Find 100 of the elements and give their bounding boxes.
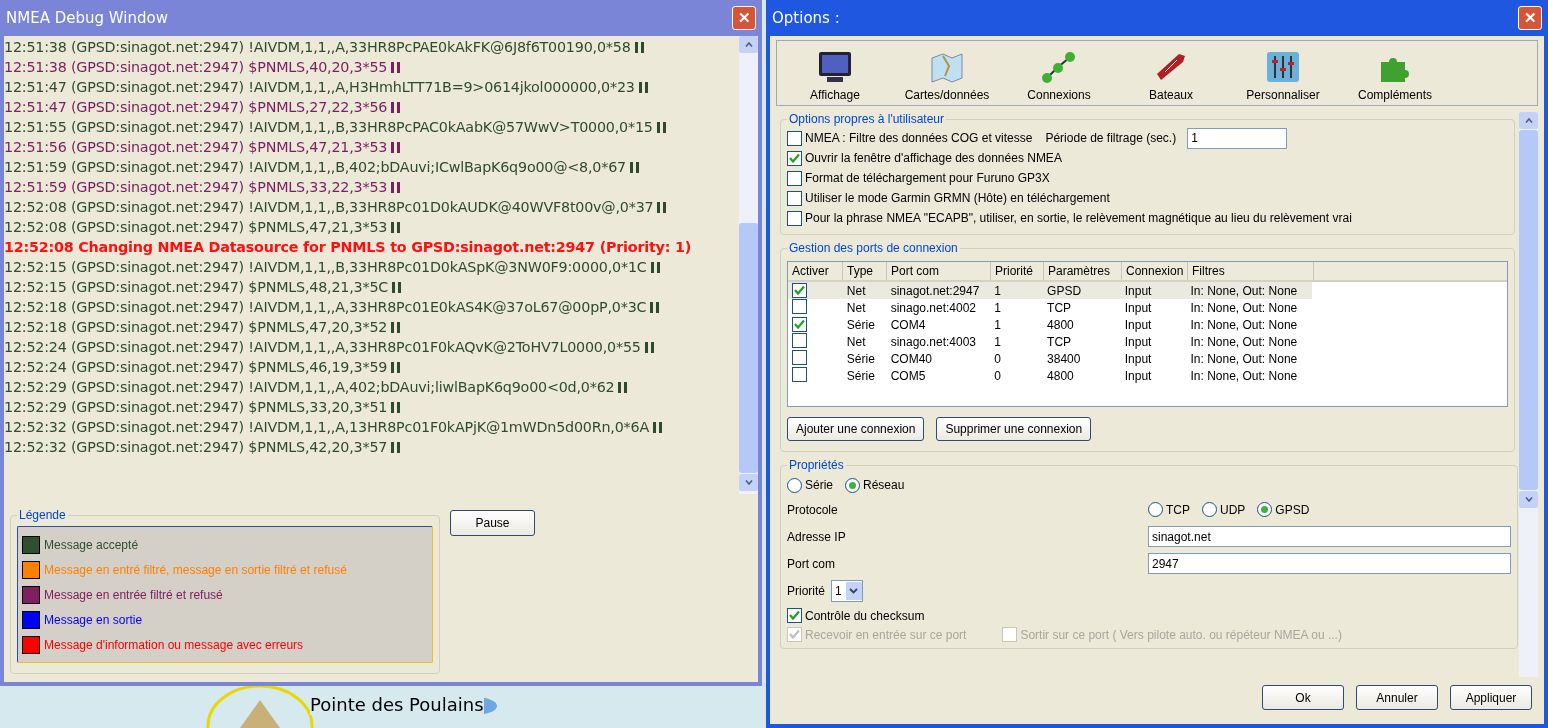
column-header[interactable]: Port com <box>887 262 991 280</box>
column-header[interactable]: Filtres <box>1188 262 1314 280</box>
legend-label: Message en entrée filtré et refusé <box>44 587 223 602</box>
table-cell-text: GPSD <box>1046 283 1083 298</box>
dialog-button[interactable]: Appliquer <box>1450 685 1532 710</box>
toolbar-button[interactable]: Connexions <box>1003 41 1115 105</box>
column-header[interactable]: Type <box>843 262 887 280</box>
log-line: 12:51:56 (GPSD:sinagot.net:2947) $PNMLS,47,21,3*53 <box>4 139 388 155</box>
table-row[interactable]: Net sinago.net:4003 1 TCP Input In: None, Out: None <box>788 333 1312 350</box>
checkbox[interactable] <box>787 608 802 623</box>
log-line: 12:52:29 (GPSD:sinagot.net:2947) $PNMLS,33,20,3*51 <box>4 399 388 415</box>
column-header[interactable]: Connexion <box>1122 262 1188 280</box>
radio-button[interactable] <box>1148 502 1163 517</box>
window-title: Options : <box>772 9 840 27</box>
table-row[interactable]: Série COM4 1 4800 Input In: None, Out: None <box>788 316 1312 333</box>
pause-button[interactable]: Pause <box>450 510 535 536</box>
column-header[interactable]: Priorité <box>991 262 1044 280</box>
connected-nodes-icon <box>1041 50 1077 84</box>
caret-icon <box>849 587 859 594</box>
table-row[interactable]: Net sinago.net:4002 1 TCP Input In: None, Out: None <box>788 299 1312 316</box>
radio-button[interactable] <box>1257 502 1273 517</box>
checkbox[interactable] <box>787 170 802 186</box>
close-button[interactable]: ✕ <box>732 6 756 30</box>
log-line: 12:52:08 (GPSD:sinagot.net:2947) !AIVDM,1,1,,B,33HR8Pc01D0kAUDK@40WVF8t00v@,0*37 <box>4 199 654 215</box>
toolbar-button[interactable]: Compléments <box>1339 41 1451 105</box>
input-field[interactable]: sinagot.net <box>1148 526 1511 547</box>
table-cell-text: sinago.net:4003 <box>889 334 978 349</box>
table-cell-text: Input <box>1123 300 1153 315</box>
field-label: Protocole <box>787 502 839 517</box>
table-cell-text: COM4 <box>889 317 927 332</box>
checkbox[interactable] <box>787 130 802 146</box>
column-header[interactable]: Paramètres <box>1044 262 1122 280</box>
checkbox[interactable] <box>792 349 807 365</box>
connection-button[interactable]: Ajouter une connexion <box>787 417 925 441</box>
close-button[interactable]: ✕ <box>1518 6 1542 30</box>
log-line: 12:51:59 (GPSD:sinagot.net:2947) !AIVDM,1,1,,B,402;bDAuvi;ICwlBapK6q9o00@<8,0*67 <box>4 159 626 175</box>
input-field[interactable]: 2947 <box>1148 553 1511 574</box>
table-cell-text: Input <box>1123 334 1153 349</box>
log-line: 12:51:47 (GPSD:sinagot.net:2947) !AIVDM,1,1,,A,H3HmhLTT71B=9>0614jkol000000,0*23 <box>4 79 635 95</box>
log-line: 12:52:15 (GPSD:sinagot.net:2947) !AIVDM,1,1,,B,33HR8Pc01D0kASpK@3NW0F9:0000,0*1C <box>4 259 647 275</box>
checkbox-label: Utiliser le mode Garmin GRMN (Hôte) en téléchargement <box>805 191 1110 205</box>
checkbox[interactable] <box>787 210 802 226</box>
checkbox-label: Contrôle du checksum <box>805 608 925 623</box>
checkbox[interactable] <box>792 366 807 382</box>
dialog-button[interactable]: Annuler <box>1356 685 1438 710</box>
log-line: 12:52:08 Changing NMEA Datasource for PNMLS to GPSD:sinagot.net:2947 (Priority: 1) <box>4 239 692 255</box>
toolbar-button[interactable]: Personnaliser <box>1227 41 1339 105</box>
table-row[interactable]: Net sinagot.net:2947 1 GPSD Input In: None, Out: None <box>788 282 1312 299</box>
log-line: 12:51:38 (GPSD:sinagot.net:2947) $PNMLS,40,20,3*55 <box>4 59 388 75</box>
scrollbar[interactable] <box>1519 112 1538 677</box>
table-cell-text: COM5 <box>889 368 927 383</box>
field-label: Priorité <box>787 583 825 598</box>
table-cell-text: 38400 <box>1046 351 1082 366</box>
period-input-field[interactable]: 1 <box>1187 127 1288 149</box>
checkbox[interactable] <box>787 150 802 166</box>
column-header[interactable]: Activer <box>788 262 843 280</box>
toolbar-button[interactable]: Bateaux <box>1115 41 1227 105</box>
checkbox[interactable] <box>792 332 807 348</box>
checkbox-label: NMEA : Filtre des données COG et vitesse <box>805 131 1033 145</box>
table-cell-text: COM40 <box>889 351 933 366</box>
table-cell-text: Input <box>1123 283 1153 298</box>
table-cell-text: Série <box>845 368 876 383</box>
log-line: 12:52:18 (GPSD:sinagot.net:2947) !AIVDM,1,1,,A,33HR8Pc01E0kAS4K@37oL67@00pP,0*3C <box>4 299 647 315</box>
log-line: 12:52:18 (GPSD:sinagot.net:2947) $PNMLS,47,20,3*52 <box>4 319 388 335</box>
toolbar-button[interactable]: Cartes/données <box>891 41 1003 105</box>
table-cell-text: In: None, Out: None <box>1189 351 1299 366</box>
table-cell-text: In: None, Out: None <box>1189 317 1299 332</box>
radio-button[interactable] <box>1202 502 1217 517</box>
table-cell-text: Net <box>845 283 867 298</box>
table-cell-text: TCP <box>1046 334 1073 349</box>
checkbox-label: Format de téléchargement pour Furuno GP3X <box>805 171 1050 185</box>
field-label: Période de filtrage (sec.) <box>1045 131 1177 145</box>
checkbox-label: Recevoir en entrée sur ce port <box>805 627 967 642</box>
log-line: 12:51:38 (GPSD:sinagot.net:2947) !AIVDM,1,1,,A,33HR8PcPAE0kAkFK@6J8f6T00190,0*58 <box>4 39 631 55</box>
legend-label: Message d'information ou message avec erreurs <box>44 637 304 652</box>
toolbar-button[interactable]: Affichage <box>779 41 891 105</box>
group-title: Légende <box>18 508 67 522</box>
monitor-icon <box>817 50 853 84</box>
radio-label: GPSD <box>1275 502 1310 517</box>
checkbox[interactable] <box>792 316 807 332</box>
table-cell-text: Net <box>845 334 867 349</box>
dialog-button[interactable]: Ok <box>1262 685 1344 710</box>
table-cell-text: 4800 <box>1046 368 1075 383</box>
checkbox-label: Pour la phrase NMEA "ECAPB", utiliser, en sortie, le relèvement magnétique au lieu du relèvement vrai <box>805 211 1352 225</box>
table-cell-text: 1 <box>993 283 1002 298</box>
legend-label: Message accepté <box>44 537 139 552</box>
table-cell-text: 0 <box>993 368 1002 383</box>
radio-label: UDP <box>1220 502 1246 517</box>
connection-button[interactable]: Supprimer une connexion <box>936 417 1092 441</box>
table-row[interactable]: Série COM40 0 38400 Input In: None, Out: None <box>788 350 1312 367</box>
radio-label: TCP <box>1166 502 1190 517</box>
radio-button[interactable] <box>787 477 802 493</box>
checkbox[interactable] <box>787 190 802 206</box>
radio-button[interactable] <box>845 477 860 493</box>
checkbox-label: Sortir sur ce port ( Vers pilote auto. ou répéteur NMEA ou ...) <box>1020 627 1342 642</box>
field-label: Port com <box>787 556 836 571</box>
checkbox[interactable] <box>792 282 807 298</box>
scrollbar[interactable] <box>739 36 758 494</box>
priority-dropdown[interactable]: 1 <box>831 579 863 602</box>
table-row[interactable]: Série COM5 0 4800 Input In: None, Out: None <box>788 367 1312 384</box>
